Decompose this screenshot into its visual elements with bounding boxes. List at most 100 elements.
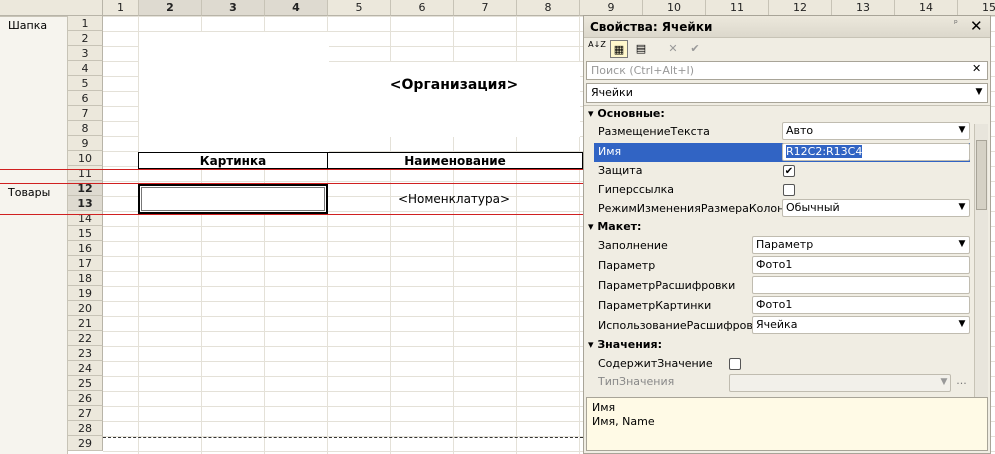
column-header[interactable]: 7 [454,0,517,16]
name-field[interactable]: R12C2:R13C4 [782,143,970,161]
organization-cell[interactable]: <Организация> [328,77,580,93]
column-header[interactable]: 15 [958,0,995,16]
row-header[interactable]: 10 [68,151,103,166]
value-type-more-button[interactable]: ... [953,374,970,392]
resize-mode-label: РежимИзмененияРазмераКолонки [598,202,799,215]
resize-mode-field[interactable]: Обычный [782,199,970,217]
use-decode-dropdown-icon[interactable]: ▼ [954,316,970,333]
column-header[interactable]: 6 [391,0,454,16]
row-header[interactable]: 2 [68,31,103,46]
contains-value-checkbox[interactable] [729,358,741,370]
group-boundary-top [0,169,583,170]
column-header[interactable]: 5 [328,0,391,16]
row-header[interactable]: 5 [68,76,103,91]
hyperlink-checkbox[interactable] [783,184,795,196]
column-header[interactable]: 9 [580,0,643,16]
sheet-corner[interactable] [0,0,103,16]
row-header[interactable]: 24 [68,361,103,376]
row-header[interactable]: 22 [68,331,103,346]
group-goods[interactable]: Товары [0,183,68,215]
filter-icon[interactable]: ▤ [632,40,650,58]
section-main[interactable]: ▾ Основные: [588,106,665,122]
column-header[interactable]: 3 [202,0,265,16]
section-main-label: Основные: [597,107,665,120]
group-header-label: Шапка [8,19,48,32]
row-header[interactable]: 1 [68,16,103,31]
column-header[interactable]: 12 [769,0,832,16]
row-header[interactable]: 26 [68,391,103,406]
nomenclature-cell[interactable]: <Номенклатура> [328,191,580,207]
row-header[interactable]: 17 [68,256,103,271]
value-type-field[interactable] [729,374,951,392]
fill-dropdown-icon[interactable]: ▼ [954,236,970,253]
column-header[interactable]: 4 [265,0,328,16]
name-header-cell[interactable]: Наименование [327,152,583,169]
resize-mode-dropdown-icon[interactable]: ▼ [954,199,970,216]
column-header[interactable]: 13 [832,0,895,16]
text-placement-field[interactable]: Авто [782,122,970,140]
group-header[interactable]: Шапка [0,16,68,170]
apply-icon[interactable]: ✔ [686,40,704,58]
column-header[interactable]: 14 [895,0,958,16]
picture-area [139,32,329,152]
row-header[interactable]: 4 [68,61,103,76]
section-layout[interactable]: ▾ Макет: [588,219,641,235]
section-values[interactable]: ▾ Значения: [588,337,662,353]
protection-label: Защита [598,164,643,177]
text-placement-label: РазмещениеТекста [598,125,710,138]
object-dropdown-icon[interactable]: ▼ [971,84,987,101]
panel-title-bar[interactable]: Свойства: Ячейки ᵖ ✕ [584,16,990,38]
row-header[interactable]: 8 [68,121,103,136]
row-header[interactable]: 29 [68,436,103,451]
picture-header-cell[interactable]: Картинка [138,152,328,169]
row-header[interactable]: 27 [68,406,103,421]
clear-icon[interactable]: ✕ [664,40,682,58]
use-decode-label: ИспользованиеРасшифровки [598,319,767,332]
group-goods-label: Товары [8,186,51,199]
fill-field[interactable]: Параметр [752,236,970,254]
picture-param-field[interactable]: Фото1 [752,296,970,314]
description-text: Имя, Name [592,415,655,428]
row-header[interactable]: 16 [68,241,103,256]
row-header[interactable]: 15 [68,226,103,241]
org-area [328,62,580,137]
name-value: R12C2:R13C4 [786,145,863,158]
name-label: Имя [598,145,622,158]
selection-inner-border [141,187,325,211]
row-header[interactable]: 23 [68,346,103,361]
object-select[interactable]: Ячейки [586,83,988,103]
protection-checkbox[interactable]: ✔ [783,165,795,177]
search-input[interactable]: Поиск (Ctrl+Alt+I) [586,61,988,80]
use-decode-field[interactable]: Ячейка [752,316,970,334]
row-header[interactable]: 3 [68,46,103,61]
row-header[interactable]: 18 [68,271,103,286]
row-header[interactable]: 6 [68,91,103,106]
text-placement-dropdown-icon[interactable]: ▼ [954,122,970,139]
page-break-line [103,437,583,438]
row-header[interactable]: 21 [68,316,103,331]
description-title: Имя [592,401,616,414]
column-header[interactable]: 8 [517,0,580,16]
pin-icon[interactable]: ᵖ [954,19,958,29]
scrollbar-thumb[interactable] [976,140,987,210]
row-header[interactable]: 25 [68,376,103,391]
row-header[interactable]: 9 [68,136,103,151]
column-header[interactable]: 10 [643,0,706,16]
categories-icon[interactable]: ▦ [610,40,628,58]
column-header[interactable]: 11 [706,0,769,16]
column-header[interactable]: 1 [103,0,139,16]
row-header[interactable]: 20 [68,301,103,316]
row-header[interactable]: 19 [68,286,103,301]
search-clear-icon[interactable]: ✕ [972,62,981,75]
properties-scrollbar[interactable] [974,124,988,402]
decode-param-field[interactable] [752,276,970,294]
parameter-field[interactable]: Фото1 [752,256,970,274]
column-header[interactable]: 2 [139,0,202,16]
selected-picture-cell[interactable] [138,184,328,214]
value-type-dropdown-icon[interactable]: ▼ [936,374,952,391]
sort-alpha-icon[interactable]: A↓Z [588,40,606,58]
row-header[interactable]: 7 [68,106,103,121]
row-header[interactable]: 13 [68,196,103,211]
row-header[interactable]: 28 [68,421,103,436]
close-icon[interactable]: ✕ [970,17,983,35]
